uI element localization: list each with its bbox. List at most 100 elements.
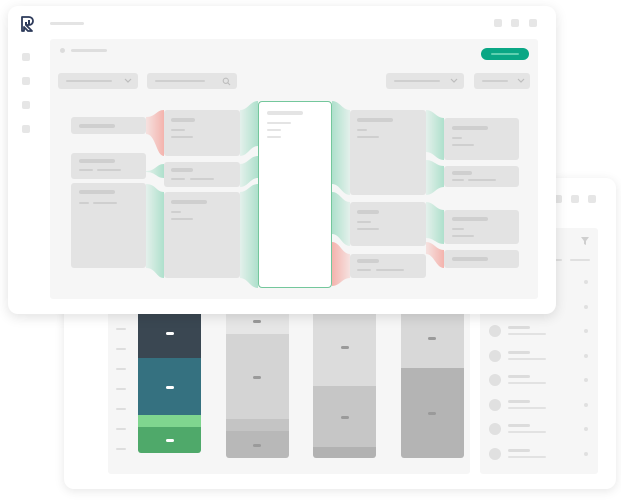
node-label	[357, 259, 379, 263]
flow-link	[146, 184, 164, 278]
node-detail	[452, 179, 464, 181]
node-label	[79, 190, 115, 194]
flow-link	[240, 101, 258, 156]
window-control-icon[interactable]	[571, 195, 579, 203]
node-detail	[376, 269, 404, 271]
y-axis-tick	[116, 448, 126, 450]
bar-segment-label	[253, 375, 261, 379]
flow-node[interactable]	[444, 118, 519, 160]
foreground-flow-card	[8, 6, 556, 314]
node-detail	[357, 269, 371, 271]
list-item-chevron-icon[interactable]	[584, 280, 588, 284]
window-control-icon[interactable]	[588, 195, 596, 203]
bar-segment[interactable]	[313, 447, 376, 458]
y-axis-tick	[116, 408, 126, 410]
bar-segment-label	[165, 385, 174, 389]
list-item-avatar	[489, 349, 501, 362]
flow-link	[240, 184, 258, 288]
flow-link-negative	[332, 242, 350, 286]
list-item-subtitle	[508, 406, 546, 409]
flow-link-negative	[426, 242, 444, 268]
flow-node[interactable]	[444, 250, 519, 268]
flow-node[interactable]	[350, 110, 426, 195]
list-item-title	[508, 326, 530, 329]
list-item-avatar	[489, 398, 501, 411]
node-label	[357, 118, 393, 122]
flow-link-negative	[146, 110, 164, 156]
node-detail	[171, 136, 193, 138]
node-label	[267, 111, 303, 115]
bar-segment-label	[340, 346, 349, 349]
node-label	[171, 200, 207, 204]
bar-segment-label	[340, 415, 349, 419]
y-axis-tick	[116, 428, 126, 430]
flow-node[interactable]	[71, 153, 146, 179]
y-axis-tick	[116, 328, 126, 330]
node-label	[357, 210, 379, 214]
flow-link	[240, 156, 258, 187]
node-detail	[171, 211, 181, 213]
node-detail	[190, 178, 214, 180]
filter-icon[interactable]	[580, 236, 590, 246]
bar-segment-label	[165, 332, 174, 335]
list-item-avatar	[489, 423, 501, 435]
list-item-chevron-icon[interactable]	[584, 427, 588, 431]
list-item-chevron-icon[interactable]	[584, 451, 588, 456]
list-item-chevron-icon[interactable]	[584, 304, 588, 309]
node-detail	[357, 136, 379, 138]
flow-node[interactable]	[164, 162, 240, 187]
list-item-title	[508, 350, 530, 354]
flow-link	[332, 101, 350, 195]
flow-node[interactable]	[350, 254, 426, 278]
flow-node[interactable]	[71, 117, 146, 134]
flow-node[interactable]	[350, 202, 426, 246]
flow-node[interactable]	[164, 110, 240, 156]
y-axis-tick	[116, 348, 126, 350]
list-item-subtitle	[508, 382, 546, 384]
flow-link	[426, 202, 444, 244]
node-detail	[267, 129, 281, 131]
flow-node[interactable]	[444, 166, 519, 187]
node-label	[452, 171, 472, 175]
node-detail	[171, 178, 185, 180]
node-label	[171, 168, 193, 172]
node-label	[79, 159, 115, 163]
node-detail	[171, 129, 185, 131]
node-detail	[452, 144, 474, 146]
list-item-title	[508, 424, 530, 427]
list-item-avatar	[489, 447, 501, 460]
list-item-chevron-icon[interactable]	[584, 402, 588, 407]
flow-link	[146, 164, 164, 178]
bar-segment-label	[253, 443, 261, 447]
bar-segment[interactable]	[225, 419, 289, 431]
node-label	[452, 217, 488, 221]
flow-link	[426, 110, 444, 160]
list-item-avatar	[489, 325, 501, 337]
flow-node[interactable]	[164, 192, 240, 278]
node-detail	[452, 137, 462, 139]
list-item-subtitle	[508, 357, 546, 360]
selected-flow-node[interactable]	[258, 101, 332, 288]
list-item-chevron-icon[interactable]	[584, 378, 588, 382]
list-item-chevron-icon[interactable]	[584, 353, 588, 358]
node-detail	[357, 129, 367, 131]
list-item-subtitle	[508, 455, 546, 458]
bar-segment[interactable]	[138, 415, 201, 427]
node-detail	[468, 179, 496, 181]
node-detail	[452, 235, 474, 237]
flow-node[interactable]	[444, 210, 519, 244]
node-label	[171, 118, 195, 122]
bar-segment-label	[165, 439, 174, 442]
node-detail	[93, 202, 117, 204]
list-item-chevron-icon[interactable]	[584, 329, 588, 333]
flow-link	[426, 160, 444, 195]
y-axis-tick	[116, 368, 126, 370]
node-label	[452, 126, 488, 130]
node-label	[452, 257, 488, 261]
node-detail	[79, 202, 89, 204]
list-item-title	[508, 375, 530, 378]
node-detail	[357, 228, 379, 230]
list-item-avatar	[489, 374, 501, 386]
node-detail	[452, 228, 464, 230]
flow-node[interactable]	[71, 183, 146, 268]
